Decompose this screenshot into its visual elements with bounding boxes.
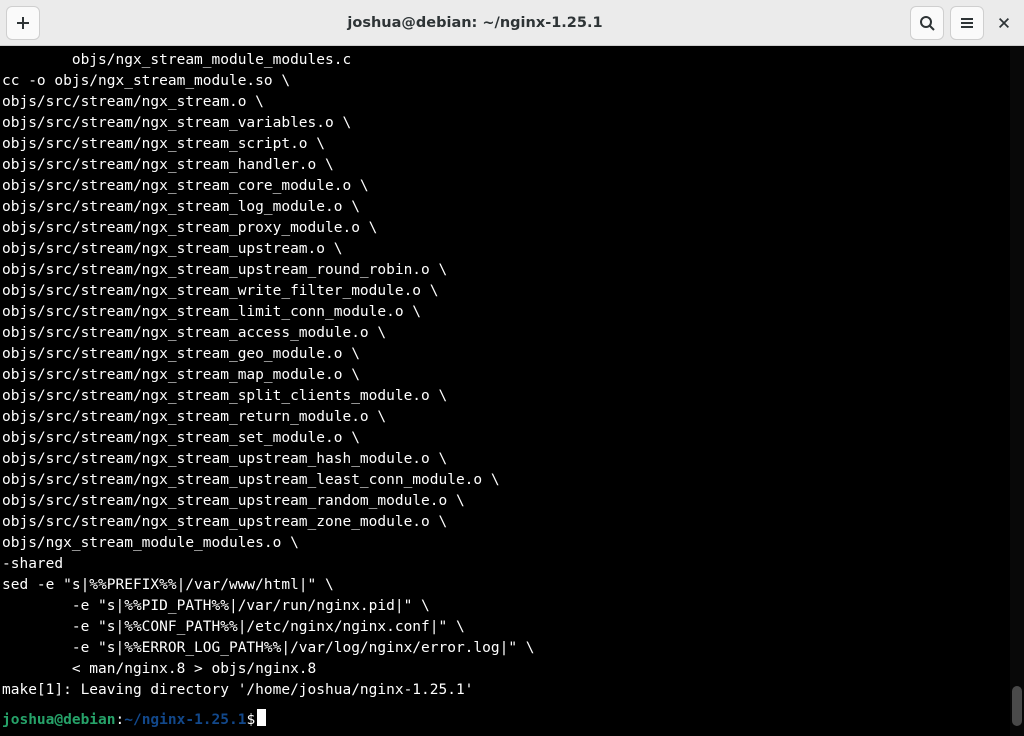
menu-button[interactable] [950, 6, 984, 40]
search-icon [919, 15, 935, 31]
terminal-output: objs/ngx_stream_module_modules.c cc -o o… [0, 46, 1024, 709]
cursor [257, 709, 266, 726]
titlebar: joshua@debian: ~/nginx-1.25.1 [0, 0, 1024, 46]
prompt-line[interactable]: joshua@debian:~/nginx-1.25.1$ [0, 709, 1024, 731]
plus-icon [15, 15, 31, 31]
prompt-user-host: joshua@debian [2, 712, 116, 728]
terminal-viewport[interactable]: objs/ngx_stream_module_modules.c cc -o o… [0, 46, 1024, 736]
titlebar-right-controls [910, 6, 1018, 40]
prompt-colon: : [116, 712, 125, 728]
prompt-dollar: $ [246, 712, 255, 728]
search-button[interactable] [910, 6, 944, 40]
new-tab-button[interactable] [6, 6, 40, 40]
close-button[interactable] [990, 6, 1018, 40]
hamburger-icon [959, 15, 975, 31]
scrollbar-track[interactable] [1010, 46, 1024, 736]
close-icon [997, 16, 1011, 30]
window-title: joshua@debian: ~/nginx-1.25.1 [46, 15, 904, 31]
prompt-path: ~/nginx-1.25.1 [124, 712, 246, 728]
scrollbar-thumb[interactable] [1012, 686, 1022, 726]
terminal-window: joshua@debian: ~/nginx-1.25.1 objs/ngx_s… [0, 0, 1024, 736]
terminal-area[interactable]: objs/ngx_stream_module_modules.c cc -o o… [0, 46, 1024, 736]
